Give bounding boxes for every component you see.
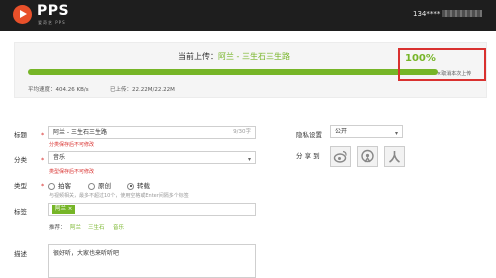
- category-label-text: 分类: [14, 156, 27, 164]
- pps-logo-icon[interactable]: [13, 5, 32, 24]
- tag-chip-label: 阿兰: [55, 206, 67, 212]
- weibo-icon: [333, 150, 347, 163]
- upload-progress-fill: [28, 69, 438, 75]
- privacy-value: 公开: [335, 128, 348, 135]
- required-mark: *: [41, 156, 45, 164]
- title-input-value: 阿兰 - 三生石三生路: [53, 129, 107, 136]
- type-label-text: 类型: [14, 182, 27, 190]
- logo-subtitle: 爱奇艺 PPS: [38, 20, 66, 25]
- tag-chip[interactable]: 阿兰 ×: [52, 205, 76, 214]
- radio-checked-icon: [127, 182, 134, 190]
- qzone-icon: [361, 149, 374, 163]
- tags-input[interactable]: [48, 203, 256, 216]
- cancel-upload-link[interactable]: ×取消本次上传: [437, 70, 471, 77]
- cancel-upload-label: 取消本次上传: [441, 71, 472, 77]
- category-note: 类型保存后不可修改: [49, 169, 95, 175]
- chevron-down-icon: ▾: [247, 156, 251, 163]
- radio-icon: [88, 182, 95, 190]
- chevron-down-icon: ▾: [394, 130, 398, 137]
- privacy-label: 隐私设置: [296, 131, 322, 139]
- progress-percent: 100%: [405, 53, 436, 64]
- uploaded-size: 已上传：22.22M/22.22M: [110, 87, 175, 93]
- desc-textarea[interactable]: 很好听，大家也来听听吧: [48, 244, 256, 278]
- tags-label: 标签: [14, 208, 27, 216]
- type-option-repost[interactable]: 转载: [127, 180, 150, 190]
- weibo-share-button[interactable]: [330, 146, 351, 167]
- type-option-label: 转载: [137, 182, 150, 190]
- required-mark: *: [41, 131, 45, 139]
- desc-label: 描述: [14, 250, 27, 258]
- upload-progress-bar: [28, 69, 438, 75]
- recommend-tag[interactable]: 三生石: [88, 223, 105, 231]
- username[interactable]: 134****: [413, 10, 440, 18]
- upload-title-prefix: 当前上传：: [178, 52, 218, 61]
- radio-icon: [48, 182, 55, 190]
- title-char-counter: 9/30字: [233, 129, 251, 135]
- tag-remove-icon[interactable]: ×: [68, 206, 73, 212]
- share-label: 分 享 到: [296, 152, 320, 160]
- title-label: 标题 *: [14, 129, 44, 139]
- required-mark: *: [41, 182, 45, 190]
- recommend-tag[interactable]: 阿兰: [70, 223, 81, 231]
- renren-icon: [389, 151, 400, 163]
- recommend-label: 推荐：: [49, 225, 66, 231]
- type-option-original[interactable]: 原创: [88, 180, 111, 190]
- logo-text[interactable]: PPS: [37, 3, 69, 19]
- recommend-tag[interactable]: 音乐: [113, 223, 124, 231]
- qzone-share-button[interactable]: [357, 146, 378, 167]
- category-value: 音乐: [53, 154, 66, 161]
- type-label: 类型 *: [14, 180, 44, 190]
- tag-hint: 与视频相关，最多不超过10个，使用空格或Enter间隔多个标签: [49, 193, 189, 199]
- privacy-select[interactable]: 公开 ▾: [330, 125, 403, 138]
- title-input[interactable]: 阿兰 - 三生石三生路 9/30字: [48, 126, 256, 139]
- type-option-label: 拍客: [58, 182, 71, 190]
- upload-file-name: 阿兰 - 三生石三生路: [218, 52, 290, 61]
- type-option-paike[interactable]: 拍客: [48, 180, 71, 190]
- upload-speed: 平均速度：404.26 KB/s: [28, 87, 89, 93]
- upload-title: 当前上传：阿兰 - 三生石三生路: [178, 51, 290, 62]
- category-select[interactable]: 音乐 ▾: [48, 151, 256, 164]
- renren-share-button[interactable]: [384, 146, 405, 167]
- category-label: 分类 *: [14, 154, 44, 164]
- title-note: 分类保存后不可修改: [49, 142, 95, 148]
- username-blur: [442, 10, 482, 17]
- title-label-text: 标题: [14, 131, 27, 139]
- type-option-label: 原创: [98, 182, 111, 190]
